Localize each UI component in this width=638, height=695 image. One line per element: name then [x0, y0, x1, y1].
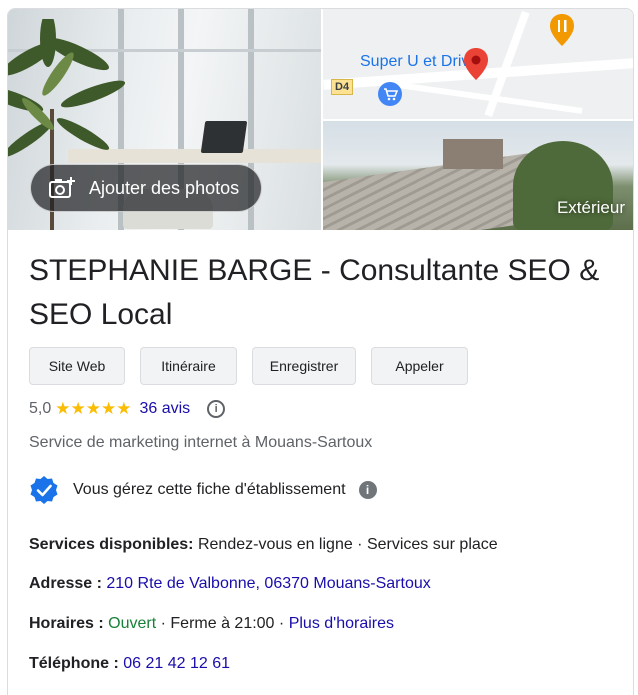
rating-row: 5,0 ★★★★★ 36 avis i	[29, 399, 226, 419]
add-photo-camera-icon	[49, 177, 75, 198]
more-hours-link[interactable]: Plus d'horaires	[289, 615, 394, 632]
verified-text: Vous gérez cette fiche d'établissement	[73, 481, 346, 498]
office-photo[interactable]: Ajouter des photos	[8, 9, 321, 230]
star-rating-icon: ★★★★★	[55, 399, 132, 418]
verified-owner-row: Vous gérez cette fiche d'établissement i	[29, 475, 377, 505]
location-pin-icon	[464, 48, 488, 80]
business-profile-card: Ajouter des photos Super U et Drive D4 E…	[7, 8, 634, 695]
info-filled-icon[interactable]: i	[358, 481, 377, 499]
chimney	[443, 139, 503, 169]
services-row: Services disponibles: Rendez-vous en lig…	[29, 536, 498, 554]
map-road	[383, 80, 583, 114]
action-buttons: Site Web Itinéraire Enregistrer Appeler	[29, 347, 468, 385]
phone-row: Téléphone : 06 21 42 12 61	[29, 655, 230, 673]
info-icon[interactable]: i	[207, 400, 226, 418]
shopping-cart-icon	[378, 82, 402, 106]
reviews-link[interactable]: 36 avis	[139, 400, 190, 418]
map-thumbnail[interactable]: Super U et Drive D4	[323, 9, 633, 119]
rating-score: 5,0	[29, 400, 52, 417]
business-name: STEPHANIE BARGE - Consultante SEO & SEO …	[29, 254, 600, 331]
hours-status[interactable]: Ouvert	[108, 615, 156, 632]
services-value: Rendez-vous en ligne · Services sur plac…	[197, 536, 498, 553]
address-label: Adresse :	[29, 575, 102, 592]
road-sign-label: D4	[331, 79, 354, 95]
hours-row: Horaires : Ouvert · Ferme à 21:00 · Plus…	[29, 615, 394, 633]
verified-badge-icon	[30, 476, 58, 504]
services-label: Services disponibles:	[29, 536, 194, 553]
add-photos-label: Ajouter des photos	[89, 177, 240, 198]
hours-label: Horaires :	[29, 615, 104, 632]
business-category: Service de marketing internet à Mouans-S…	[29, 434, 373, 451]
address-link[interactable]: 210 Rte de Valbonne, 06370 Mouans-Sartou…	[106, 575, 430, 592]
call-button[interactable]: Appeler	[371, 347, 468, 385]
restaurant-pin-icon	[550, 14, 574, 46]
address-row: Adresse : 210 Rte de Valbonne, 06370 Mou…	[29, 575, 431, 593]
phone-link[interactable]: 06 21 42 12 61	[123, 655, 230, 672]
map-store-label: Super U et Drive	[360, 53, 479, 70]
directions-button[interactable]: Itinéraire	[140, 347, 237, 385]
exterior-photo[interactable]: Extérieur	[323, 121, 633, 230]
hours-close: · Ferme à 21:00 ·	[160, 615, 285, 632]
add-photos-button[interactable]: Ajouter des photos	[30, 164, 262, 212]
phone-label: Téléphone :	[29, 655, 119, 672]
laptop	[200, 121, 248, 153]
exterior-label: Extérieur	[556, 198, 625, 217]
website-button[interactable]: Site Web	[29, 347, 125, 385]
save-button[interactable]: Enregistrer	[252, 347, 356, 385]
